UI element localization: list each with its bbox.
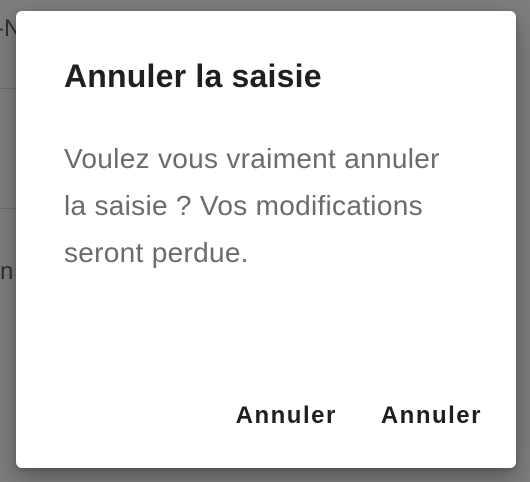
dialog-message: Voulez vous vraiment annuler la saisie ?…	[64, 143, 440, 268]
background-text-fragment: n	[0, 258, 14, 285]
dialog-actions: Annuler Annuler	[234, 394, 484, 438]
cancel-button[interactable]: Annuler	[234, 394, 339, 438]
dialog-title: Annuler la saisie	[64, 58, 322, 94]
confirm-cancel-button[interactable]: Annuler	[379, 394, 484, 438]
cancel-confirmation-dialog: Annuler la saisie Voulez vous vraiment a…	[16, 11, 516, 468]
